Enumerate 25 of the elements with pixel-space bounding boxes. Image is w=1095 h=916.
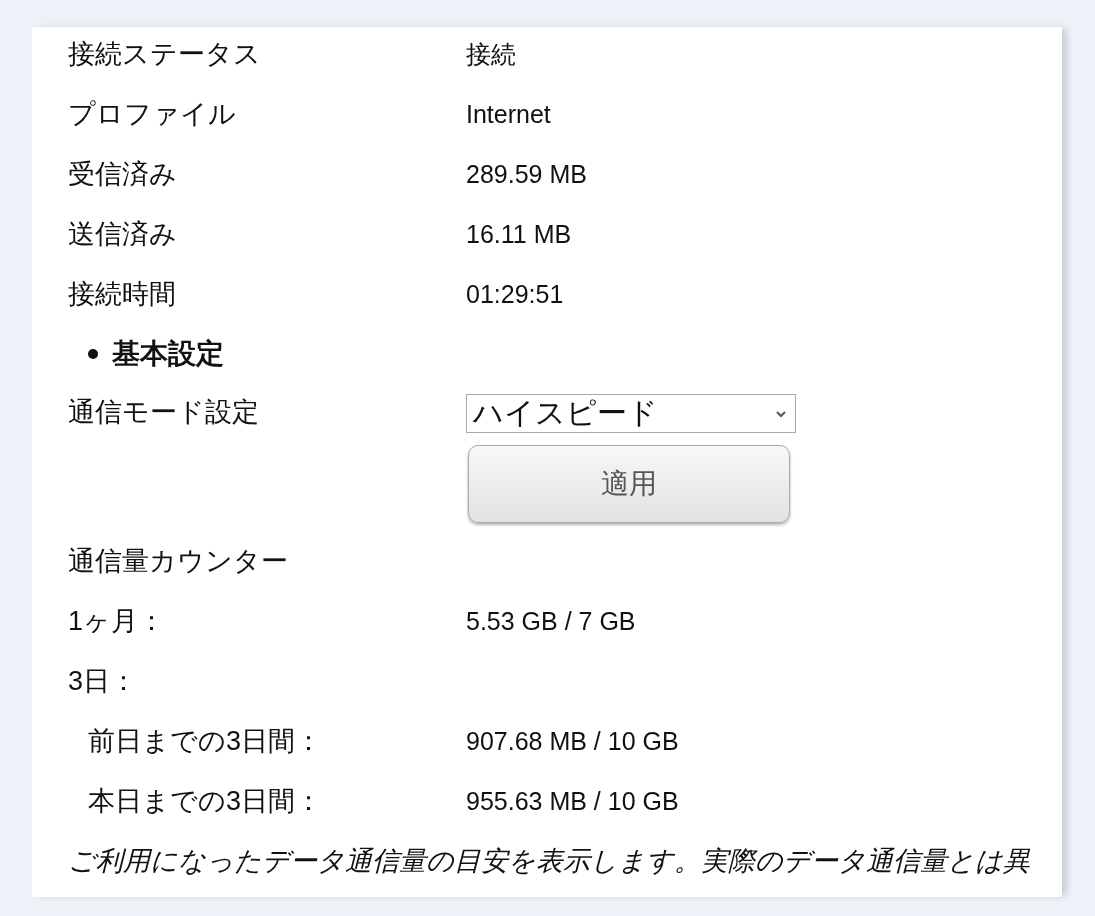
note-text: ご利用になったデータ通信量の目安を表示します。実際のデータ通信量とは異 <box>68 845 1031 878</box>
status-label: 受信済み <box>68 158 178 191</box>
status-label: 送信済み <box>68 218 178 251</box>
mode-select[interactable]: ハイスピード <box>466 394 796 433</box>
status-value: 01:29:51 <box>466 279 564 309</box>
counter-label: 3日： <box>68 665 139 698</box>
section-heading: 基本設定 <box>112 337 224 371</box>
status-value: 接続 <box>466 38 516 70</box>
counter-value: 955.63 MB / 10 GB <box>466 786 679 816</box>
mode-label: 通信モード設定 <box>68 396 260 429</box>
counter-label: 1ヶ月： <box>68 605 167 638</box>
counter-value: 907.68 MB / 10 GB <box>466 726 679 756</box>
status-label: 接続時間 <box>68 278 177 311</box>
counter-value: 5.53 GB / 7 GB <box>466 606 636 636</box>
apply-button[interactable]: 適用 <box>468 445 790 523</box>
counter-label: 前日までの3日間： <box>88 725 324 758</box>
bullet-icon <box>88 349 98 359</box>
counter-title: 通信量カウンター <box>68 545 289 578</box>
status-label: 接続ステータス <box>68 38 262 71</box>
chevron-down-icon <box>775 409 787 418</box>
status-value: 289.59 MB <box>466 159 587 189</box>
counter-label: 本日までの3日間： <box>88 785 324 818</box>
status-value: 16.11 MB <box>466 219 572 249</box>
status-value: Internet <box>466 99 551 129</box>
status-label: プロファイル <box>68 98 237 131</box>
